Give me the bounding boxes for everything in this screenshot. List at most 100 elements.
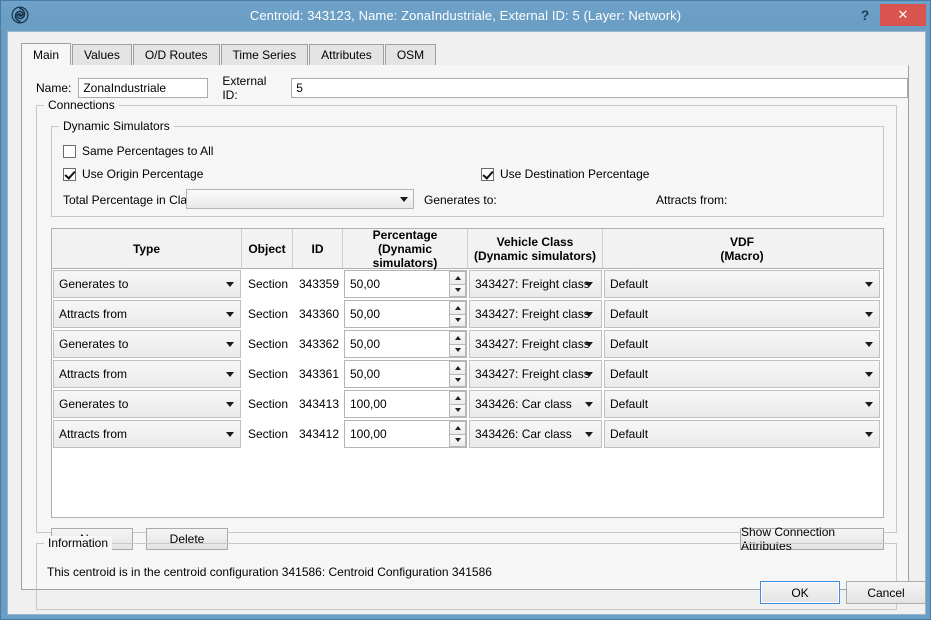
column-header-label: Object xyxy=(248,241,286,256)
chevron-down-icon xyxy=(226,312,234,317)
help-button[interactable]: ? xyxy=(850,4,880,26)
percentage-stepper[interactable]: 50,00 xyxy=(344,360,467,388)
stepper-up-icon[interactable] xyxy=(449,391,466,404)
percentage-stepper[interactable]: 100,00 xyxy=(344,420,467,448)
stepper-up-icon[interactable] xyxy=(449,331,466,344)
stepper-down-icon[interactable] xyxy=(449,343,466,357)
vehicle-class-select[interactable]: 343426: Car class xyxy=(469,390,602,418)
column-header-id[interactable]: ID xyxy=(293,229,343,268)
ok-button[interactable]: OK xyxy=(760,581,840,604)
type-value: Attracts from xyxy=(59,307,128,321)
vdf-select[interactable]: Default xyxy=(604,330,880,358)
cell-id: 343361 xyxy=(293,359,343,389)
percentage-value[interactable]: 100,00 xyxy=(345,421,449,447)
stepper-up-icon[interactable] xyxy=(449,301,466,314)
swirl-icon xyxy=(7,2,33,28)
cell-vehicle-class: 343426: Car class xyxy=(468,389,603,419)
percentage-stepper[interactable]: 50,00 xyxy=(344,330,467,358)
table-row: Attracts from Section 343412 100,00 3434… xyxy=(52,419,883,449)
vdf-select[interactable]: Default xyxy=(604,420,880,448)
column-header-label: Type xyxy=(132,241,161,256)
column-header-label: VDF xyxy=(730,234,754,249)
vehicle-class-select[interactable]: 343427: Freight class xyxy=(469,300,602,328)
cell-vehicle-class: 343427: Freight class xyxy=(468,269,603,299)
stepper-buttons xyxy=(449,421,466,447)
percentage-stepper[interactable]: 100,00 xyxy=(344,390,467,418)
vdf-select[interactable]: Default xyxy=(604,360,880,388)
tab-attributes[interactable]: Attributes xyxy=(309,44,384,65)
title-bar: Centroid: 343123, Name: ZonaIndustriale,… xyxy=(1,1,930,29)
vehicle-class-select[interactable]: 343427: Freight class xyxy=(469,330,602,358)
tab-osm[interactable]: OSM xyxy=(384,44,437,65)
stepper-down-icon[interactable] xyxy=(449,283,466,297)
percentage-value[interactable]: 50,00 xyxy=(345,271,449,297)
use-origin-percentage-checkbox[interactable]: Use Origin Percentage xyxy=(63,167,203,181)
tab-time-series[interactable]: Time Series xyxy=(220,44,309,65)
same-percentages-checkbox[interactable]: Same Percentages to All xyxy=(63,144,213,158)
vehicle-class-select[interactable]: 343427: Freight class xyxy=(469,270,602,298)
stepper-up-icon[interactable] xyxy=(449,421,466,434)
window-controls: ? ✕ xyxy=(850,1,930,29)
cell-type: Attracts from xyxy=(52,419,242,449)
tab-main[interactable]: Main xyxy=(21,43,72,66)
vdf-select[interactable]: Default xyxy=(604,270,880,298)
vehicle-class-select[interactable]: 343427: Freight class xyxy=(469,360,602,388)
stepper-down-icon[interactable] xyxy=(449,433,466,447)
cell-vehicle-class: 343427: Freight class xyxy=(468,299,603,329)
cell-percentage: 100,00 xyxy=(343,389,468,419)
close-icon[interactable]: ✕ xyxy=(880,4,926,26)
tab-bar: Main Values O/D Routes Time Series Attri… xyxy=(21,43,909,66)
type-select[interactable]: Attracts from xyxy=(53,300,241,328)
column-header-type[interactable]: Type xyxy=(52,229,242,268)
vdf-select[interactable]: Default xyxy=(604,390,880,418)
cell-object: Section xyxy=(242,299,293,329)
name-label: Name: xyxy=(36,81,72,95)
cancel-button[interactable]: Cancel xyxy=(846,581,926,604)
total-percentage-in-class-select[interactable] xyxy=(186,189,414,209)
type-select[interactable]: Generates to xyxy=(53,390,241,418)
stepper-down-icon[interactable] xyxy=(449,403,466,417)
vdf-select[interactable]: Default xyxy=(604,300,880,328)
generates-to-label: Generates to: xyxy=(424,193,497,207)
percentage-stepper[interactable]: 50,00 xyxy=(344,300,467,328)
type-select[interactable]: Attracts from xyxy=(53,420,241,448)
percentage-value[interactable]: 50,00 xyxy=(345,331,449,357)
name-input[interactable] xyxy=(78,78,209,98)
use-destination-percentage-checkbox[interactable]: Use Destination Percentage xyxy=(481,167,649,181)
type-select[interactable]: Generates to xyxy=(53,270,241,298)
type-select[interactable]: Generates to xyxy=(53,330,241,358)
stepper-buttons xyxy=(449,271,466,297)
cell-percentage: 50,00 xyxy=(343,329,468,359)
percentage-value[interactable]: 50,00 xyxy=(345,361,449,387)
checkbox-box xyxy=(63,144,76,158)
chevron-down-icon xyxy=(226,402,234,407)
percentage-value[interactable]: 100,00 xyxy=(345,391,449,417)
external-id-input[interactable] xyxy=(291,78,908,98)
cell-vdf: Default xyxy=(603,359,881,389)
tab-panel-main: Name: External ID: Connections Dynamic S… xyxy=(21,65,909,610)
column-header-label: Percentage xyxy=(372,228,438,242)
cell-id: 343412 xyxy=(293,419,343,449)
cell-type: Attracts from xyxy=(52,359,242,389)
column-header-object[interactable]: Object xyxy=(242,229,293,268)
column-header-percentage[interactable]: Percentage (Dynamic simulators) xyxy=(343,228,468,270)
column-header-vdf[interactable]: VDF (Macro) xyxy=(603,229,881,268)
vehicle-class-select[interactable]: 343426: Car class xyxy=(469,420,602,448)
cell-vdf: Default xyxy=(603,389,881,419)
tab-od-routes[interactable]: O/D Routes xyxy=(132,44,220,65)
chevron-down-icon xyxy=(585,312,593,317)
stepper-down-icon[interactable] xyxy=(449,373,466,387)
cell-object: Section xyxy=(242,419,293,449)
percentage-value[interactable]: 50,00 xyxy=(345,301,449,327)
stepper-up-icon[interactable] xyxy=(449,361,466,374)
stepper-up-icon[interactable] xyxy=(449,271,466,284)
identity-row: Name: External ID: xyxy=(36,74,908,102)
window-title: Centroid: 343123, Name: ZonaIndustriale,… xyxy=(249,7,682,23)
tab-values[interactable]: Values xyxy=(72,44,132,65)
type-select[interactable]: Attracts from xyxy=(53,360,241,388)
percentage-stepper[interactable]: 50,00 xyxy=(344,270,467,298)
chevron-down-icon xyxy=(226,342,234,347)
column-header-vehicle-class[interactable]: Vehicle Class (Dynamic simulators) xyxy=(468,229,603,268)
stepper-down-icon[interactable] xyxy=(449,313,466,327)
vdf-value: Default xyxy=(610,307,649,321)
